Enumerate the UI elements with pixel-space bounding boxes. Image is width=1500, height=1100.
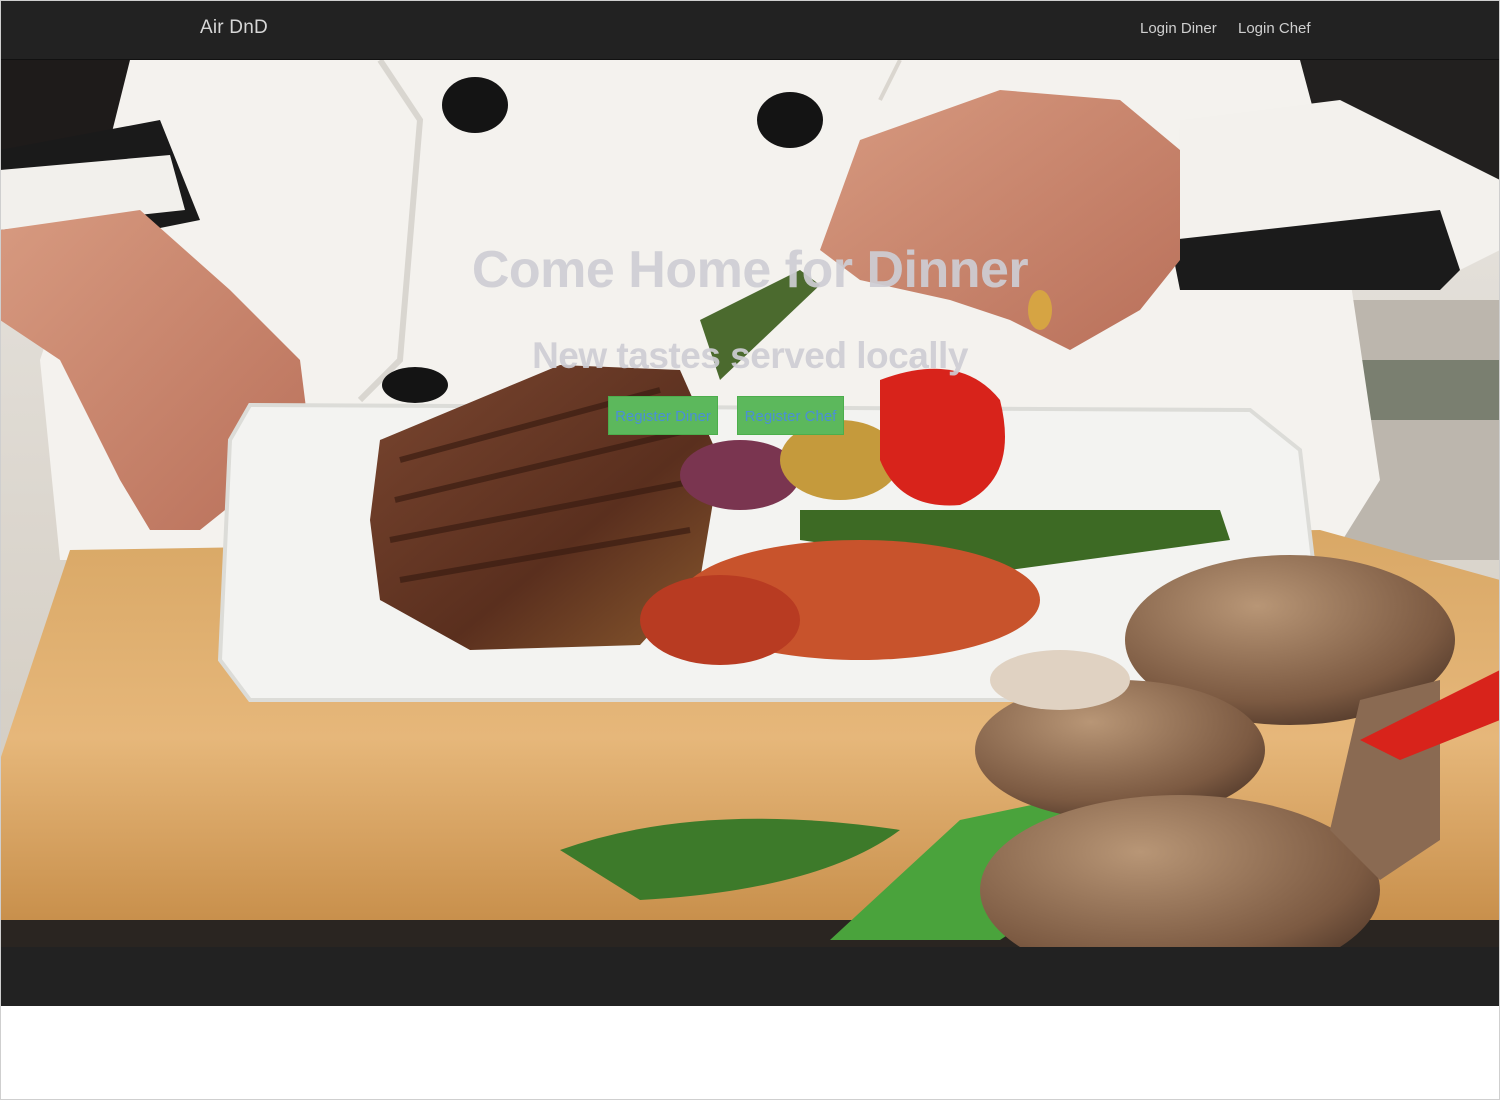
top-navbar: Air DnD Login Diner Login Chef bbox=[0, 0, 1500, 60]
hero-section: Come Home for Dinner New tastes served l… bbox=[0, 60, 1500, 947]
footer-bar bbox=[0, 947, 1500, 1006]
login-diner-link[interactable]: Login Diner bbox=[1140, 20, 1217, 37]
login-chef-link[interactable]: Login Chef bbox=[1238, 20, 1311, 37]
hero-background-image bbox=[0, 60, 1500, 947]
brand-logo-link[interactable]: Air DnD bbox=[200, 17, 268, 39]
register-chef-button[interactable]: Register Chef bbox=[737, 396, 844, 435]
landing-page: Air DnD Login Diner Login Chef Come Home… bbox=[0, 0, 1500, 1100]
hero-subtitle: New tastes served locally bbox=[532, 334, 968, 376]
hero-title: Come Home for Dinner bbox=[471, 240, 1029, 299]
register-diner-button[interactable]: Register Diner bbox=[608, 396, 718, 435]
